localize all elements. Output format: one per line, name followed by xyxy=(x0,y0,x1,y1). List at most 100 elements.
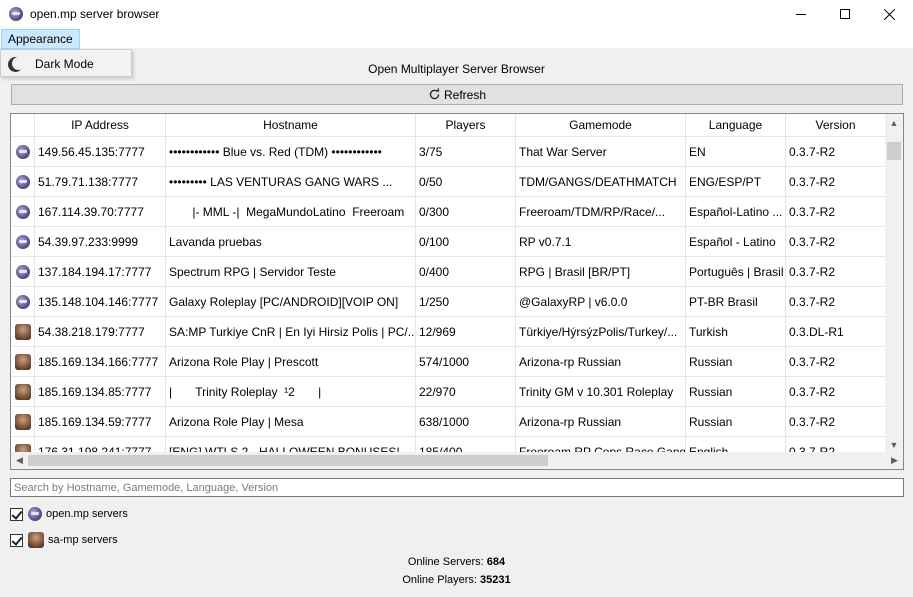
table-row[interactable]: 185.169.134.59:7777 Arizona Role Play | M… xyxy=(11,407,885,437)
table-row[interactable]: 149.56.45.135:7777 •••••••••••• Blue vs. … xyxy=(11,137,885,167)
table-row[interactable]: 185.169.134.166:7777 Arizona Role Play | … xyxy=(11,347,885,377)
language-cell: PT-BR Brasil xyxy=(686,287,786,317)
filter-label: sa-mp servers xyxy=(48,534,118,546)
header-gamemode[interactable]: Gamemode xyxy=(516,114,686,137)
language-cell: Russian xyxy=(686,347,786,377)
horizontal-scroll-thumb[interactable] xyxy=(28,455,548,466)
hostname-cell: Arizona Role Play | Mesa xyxy=(166,407,416,437)
gamemode-cell: That War Server xyxy=(516,137,686,167)
server-type-cell xyxy=(11,347,35,377)
open-mp-icon xyxy=(16,145,30,159)
refresh-icon xyxy=(429,88,440,100)
open-mp-icon xyxy=(16,295,30,309)
scroll-up-icon[interactable]: ▲ xyxy=(885,114,903,131)
players-cell: 0/100 xyxy=(416,227,516,257)
scroll-left-icon[interactable]: ◀ xyxy=(11,452,28,469)
language-cell: EN xyxy=(686,137,786,167)
server-type-cell xyxy=(11,167,35,197)
vertical-scroll-thumb[interactable] xyxy=(887,142,901,160)
minimize-button[interactable] xyxy=(778,0,824,28)
close-icon xyxy=(884,8,896,20)
ip-address-cell: 54.39.97.233:9999 xyxy=(35,227,166,257)
filter-sa-mp[interactable]: sa-mp servers xyxy=(10,531,118,549)
ip-address-cell: 185.169.134.85:7777 xyxy=(35,377,166,407)
maximize-icon xyxy=(840,9,850,19)
online-players-stat: Online Players: 35231 xyxy=(0,574,913,586)
close-button[interactable] xyxy=(867,0,913,28)
online-players-label: Online Players: xyxy=(402,574,477,586)
vertical-scrollbar[interactable]: ▲ ▼ xyxy=(885,114,903,453)
menu-bar: Appearance xyxy=(0,28,913,49)
ip-address-cell: 149.56.45.135:7777 xyxy=(35,137,166,167)
version-cell: 0.3.7-R2 xyxy=(789,175,836,189)
language-cell: ENG/ESP/PT xyxy=(686,167,786,197)
version-cell: 0.3.7-R2 xyxy=(789,355,836,369)
scroll-down-icon[interactable]: ▼ xyxy=(885,436,903,453)
ip-address-cell: 54.38.218.179:7777 xyxy=(35,317,166,347)
server-table: IP Address Hostname Players Gamemode Lan… xyxy=(10,113,904,470)
server-type-cell xyxy=(11,287,35,317)
menu-appearance[interactable]: Appearance xyxy=(1,29,80,49)
sa-mp-icon xyxy=(15,414,31,430)
header-icon-column[interactable] xyxy=(11,114,35,137)
players-cell: 0/50 xyxy=(416,167,516,197)
refresh-button[interactable]: Refresh xyxy=(11,84,903,105)
gamemode-cell: RP v0.7.1 xyxy=(516,227,686,257)
maximize-button[interactable] xyxy=(822,0,868,28)
table-row[interactable]: 137.184.194.17:7777 Spectrum RPG | Servid… xyxy=(11,257,885,287)
version-cell: 0.3.7-R2 xyxy=(789,415,836,429)
language-cell: Russian xyxy=(686,377,786,407)
players-cell: 574/1000 xyxy=(416,347,516,377)
header-players[interactable]: Players xyxy=(416,114,516,137)
table-row[interactable]: 54.38.218.179:7777 SA:MP Turkiye CnR | En… xyxy=(11,317,885,347)
gamemode-cell: Freeroam/TDM/RP/Race/... xyxy=(516,197,686,227)
scroll-right-icon[interactable]: ▶ xyxy=(886,452,903,469)
version-cell: 0.3.7-R2 xyxy=(789,295,836,309)
header-language[interactable]: Language xyxy=(686,114,786,137)
server-type-cell xyxy=(11,257,35,287)
open-mp-checkbox[interactable] xyxy=(10,507,23,521)
sa-mp-icon xyxy=(28,532,44,548)
players-cell: 3/75 xyxy=(416,137,516,167)
table-header: IP Address Hostname Players Gamemode Lan… xyxy=(11,114,885,137)
table-row[interactable]: 167.114.39.70:7777 |- MML -| MegaMundoLa… xyxy=(11,197,885,227)
hostname-cell: SA:MP Turkiye CnR | En Iyi Hirsiz Polis … xyxy=(166,317,416,347)
sa-mp-icon xyxy=(15,354,31,370)
header-hostname[interactable]: Hostname xyxy=(166,114,416,137)
open-mp-icon xyxy=(28,507,42,521)
gamemode-cell: Trinity GM v 10.301 Roleplay xyxy=(516,377,686,407)
filter-open-mp[interactable]: open.mp servers xyxy=(10,505,128,523)
horizontal-scrollbar[interactable]: ◀ ▶ xyxy=(11,452,903,469)
search-input[interactable] xyxy=(10,478,904,497)
page-title: Open Multiplayer Server Browser xyxy=(368,62,545,76)
hostname-cell: |- MML -| MegaMundoLatino Freeroam xyxy=(166,197,416,227)
hostname-cell: Spectrum RPG | Servidor Teste xyxy=(166,257,416,287)
ip-address-cell: 185.169.134.59:7777 xyxy=(35,407,166,437)
version-cell: 0.3.7-R2 xyxy=(789,145,836,159)
server-type-cell xyxy=(11,407,35,437)
table-row[interactable]: 185.169.134.85:7777 | Trinity Roleplay ¹2… xyxy=(11,377,885,407)
gamemode-cell: @GalaxyRP | v6.0.0 xyxy=(516,287,686,317)
header-version[interactable]: Version xyxy=(786,114,885,137)
header-ip-address[interactable]: IP Address xyxy=(35,114,166,137)
open-mp-icon xyxy=(16,205,30,219)
ip-address-cell: 185.169.134.166:7777 xyxy=(35,347,166,377)
language-cell: Português | Brasil xyxy=(686,257,786,287)
version-cell: 0.3.7-R2 xyxy=(789,205,836,219)
gamemode-cell: Arizona-rp Russian xyxy=(516,407,686,437)
hostname-cell: | Trinity Roleplay ¹2 | xyxy=(166,377,416,407)
open-mp-icon xyxy=(16,235,30,249)
sa-mp-icon xyxy=(15,324,31,340)
open-mp-icon xyxy=(16,265,30,279)
table-row[interactable]: 51.79.71.138:7777 ••••••••• LAS VENTURAS … xyxy=(11,167,885,197)
players-cell: 22/970 xyxy=(416,377,516,407)
refresh-label: Refresh xyxy=(443,87,487,102)
players-cell: 0/400 xyxy=(416,257,516,287)
ip-address-cell: 51.79.71.138:7777 xyxy=(35,167,166,197)
online-servers-label: Online Servers: xyxy=(407,556,484,568)
sa-mp-checkbox[interactable] xyxy=(10,533,23,547)
server-type-cell xyxy=(11,377,35,407)
table-row[interactable]: 135.148.104.146:7777 Galaxy Roleplay [PC/… xyxy=(11,287,885,317)
hostname-cell: ••••••••• LAS VENTURAS GANG WARS ... xyxy=(166,167,416,197)
table-row[interactable]: 54.39.97.233:9999 Lavanda pruebas 0/100 RP … xyxy=(11,227,885,257)
